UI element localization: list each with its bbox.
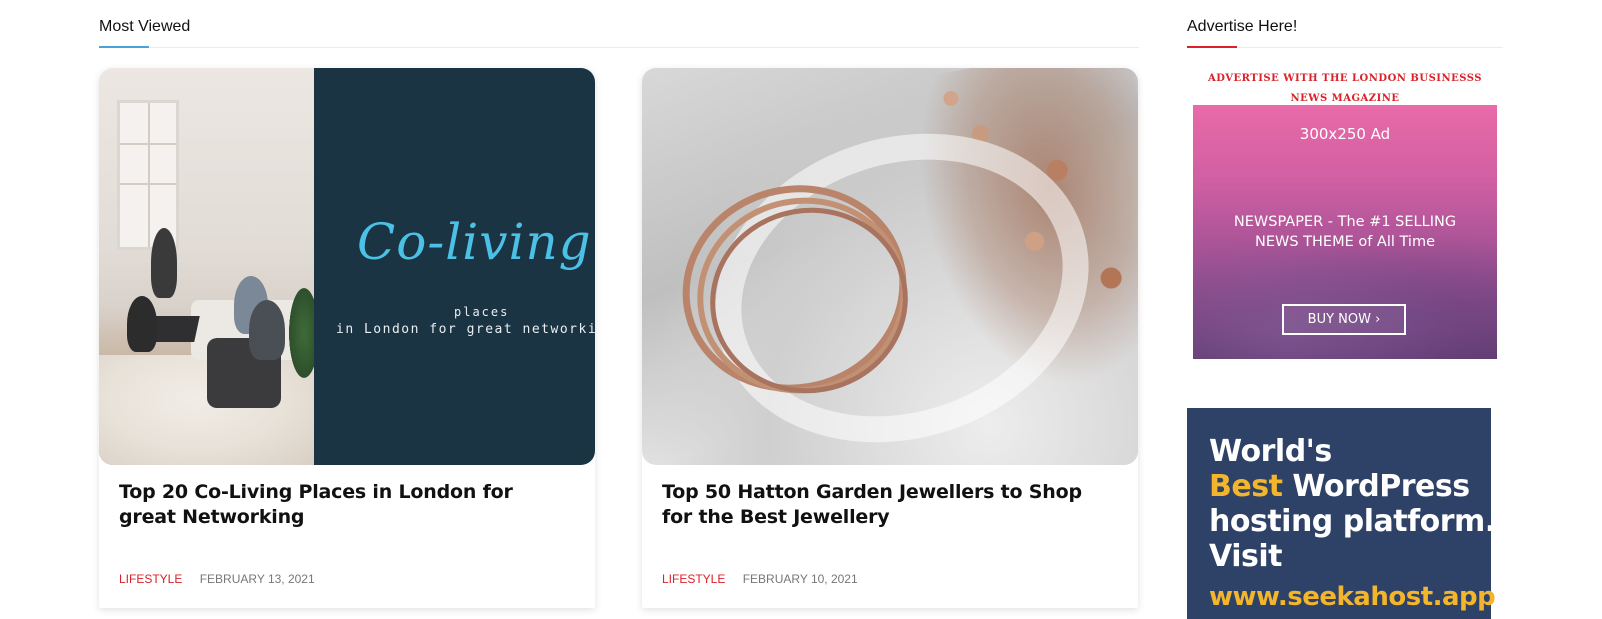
most-viewed-header: Most Viewed (99, 16, 1139, 48)
ad-headline: NEWSPAPER - The #1 SELLING NEWS THEME of… (1233, 214, 1457, 250)
hosting-ad[interactable]: World's Best WordPress hosting platform.… (1187, 408, 1496, 619)
coliving-script-text: Co-living (357, 213, 592, 271)
post-meta: LIFESTYLE FEBRUARY 13, 2021 (119, 572, 315, 586)
post-card[interactable]: Co-living places in London for great net… (99, 68, 595, 608)
post-thumbnail[interactable] (642, 68, 1138, 465)
title-underline (1187, 46, 1237, 48)
ad-caption: ADVERTISE WITH THE LONDON BUSINESSS NEWS… (1208, 73, 1482, 104)
coliving-graphic: Co-living places in London for great net… (314, 68, 595, 465)
post-date: FEBRUARY 10, 2021 (742, 572, 858, 586)
hosting-line2-rest: WordPress (1282, 469, 1470, 504)
section-title: Most Viewed (99, 18, 191, 35)
hosting-line2: Best WordPress (1209, 469, 1470, 504)
room-photo (99, 68, 319, 465)
coliving-line2: in London for great networkin (336, 322, 595, 337)
hosting-line4: Visit (1209, 539, 1282, 574)
post-category[interactable]: LIFESTYLE (662, 572, 725, 586)
ad-size-label: 300x250 Ad (1299, 125, 1391, 143)
post-thumbnail[interactable]: Co-living places in London for great net… (99, 68, 595, 465)
section-title: Advertise Here! (1187, 18, 1298, 35)
title-underline (99, 46, 149, 48)
hosting-line1: World's (1209, 434, 1332, 469)
advertise-header: Advertise Here! (1187, 16, 1503, 48)
post-category[interactable]: LIFESTYLE (119, 572, 182, 586)
post-title[interactable]: Top 50 Hatton Garden Jewellers to Shop f… (662, 480, 1118, 530)
hosting-highlight: Best (1209, 469, 1283, 504)
banner-ad[interactable]: 300x250 Ad NEWSPAPER - The #1 SELLING NE… (1193, 105, 1497, 359)
post-card[interactable]: Top 50 Hatton Garden Jewellers to Shop f… (642, 68, 1138, 608)
post-date: FEBRUARY 13, 2021 (199, 572, 315, 586)
coliving-line1: places (454, 305, 510, 319)
hosting-url[interactable]: www.seekahost.app (1209, 582, 1496, 612)
buy-now-button[interactable]: BUY NOW › (1282, 304, 1406, 335)
window (117, 100, 179, 250)
post-meta: LIFESTYLE FEBRUARY 10, 2021 (662, 572, 858, 586)
hosting-line3: hosting platform. (1209, 504, 1496, 539)
post-title[interactable]: Top 20 Co-Living Places in London for gr… (119, 480, 575, 530)
